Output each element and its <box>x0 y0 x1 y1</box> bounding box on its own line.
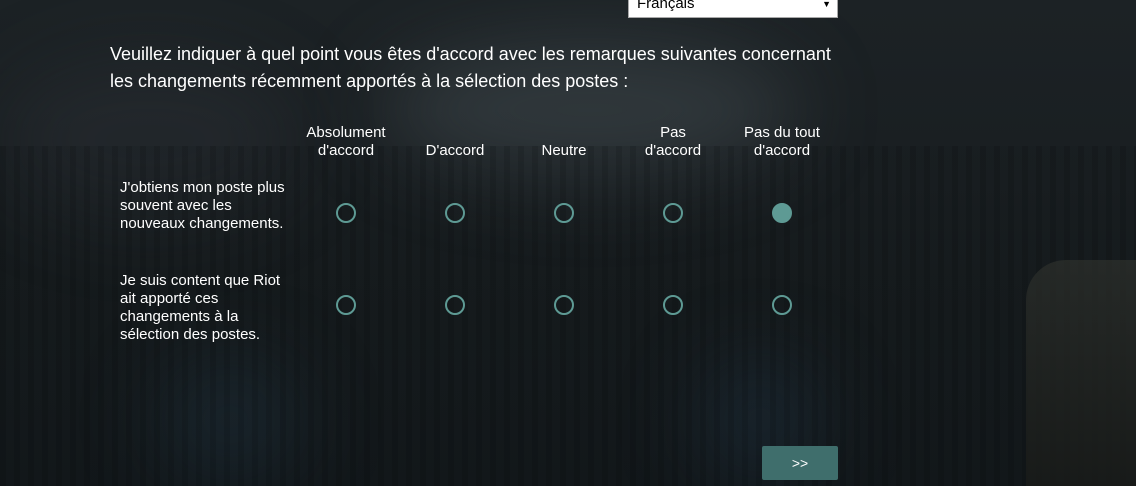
statement-label-1: J'obtiens mon poste plus souvent avec le… <box>120 179 285 232</box>
radio-statement2-neutral[interactable] <box>554 295 574 315</box>
dropdown-arrow-icon: ▼ <box>822 0 831 9</box>
statement-label-2: Je suis content que Riot ait apporté ces… <box>120 272 281 343</box>
radio-statement1-strongly-disagree[interactable] <box>772 203 792 223</box>
radio-statement1-strongly-agree[interactable] <box>336 203 356 223</box>
radio-statement2-strongly-agree[interactable] <box>336 295 356 315</box>
radio-statement1-neutral[interactable] <box>554 203 574 223</box>
radio-statement2-agree[interactable] <box>445 295 465 315</box>
radio-statement2-strongly-disagree[interactable] <box>772 295 792 315</box>
scale-header-neutral: Neutre <box>541 142 587 159</box>
language-select-value: Français <box>637 0 695 12</box>
scale-header-disagree: Pas d'accord <box>644 124 702 159</box>
scale-header-strongly-disagree: Pas du tout d'accord <box>744 124 820 159</box>
question-text: Veuillez indiquer à quel point vous êtes… <box>110 44 831 91</box>
radio-statement1-agree[interactable] <box>445 203 465 223</box>
scale-header-strongly-agree: Absolument d'accord <box>306 124 386 159</box>
language-select[interactable]: Français ▼ <box>628 0 838 18</box>
scale-header-agree: D'accord <box>425 142 485 159</box>
radio-statement1-disagree[interactable] <box>663 203 683 223</box>
radio-statement2-disagree[interactable] <box>663 295 683 315</box>
next-button[interactable]: >> <box>762 446 838 480</box>
